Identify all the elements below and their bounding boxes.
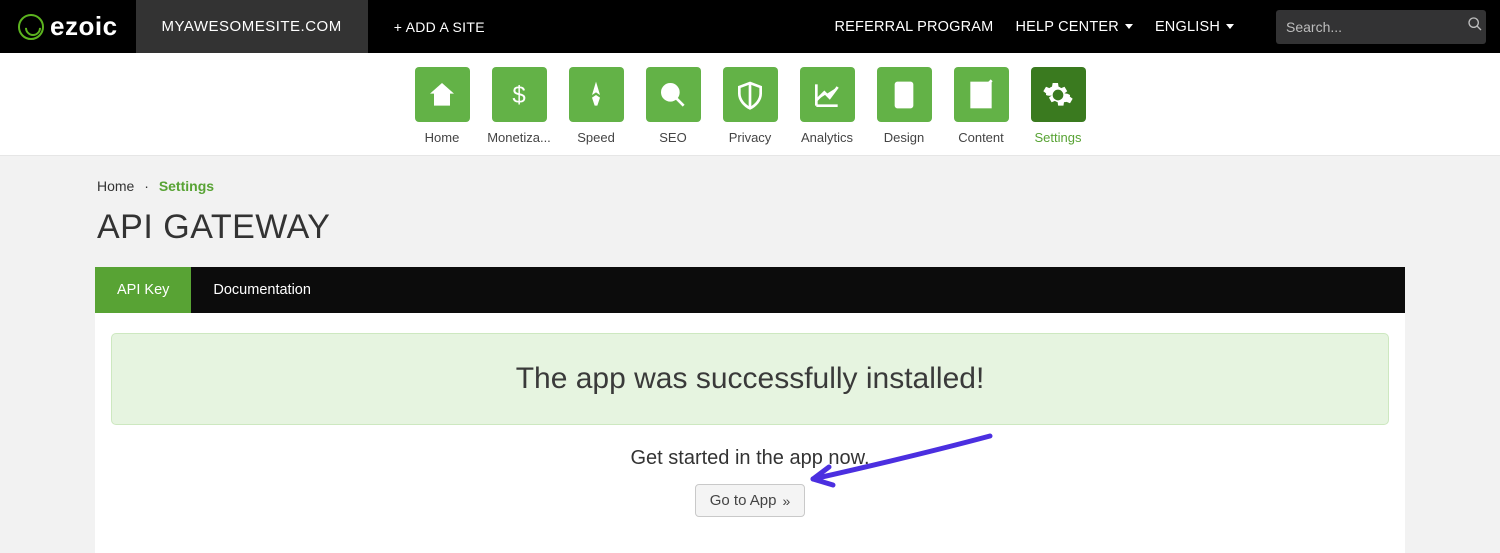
nav-monetization[interactable]: $ Monetiza... [487, 67, 552, 145]
nav-help-center[interactable]: HELP CENTER [1015, 19, 1132, 35]
search-icon[interactable] [1467, 16, 1483, 37]
nav-settings[interactable]: Settings [1026, 67, 1091, 145]
nav-home-label: Home [410, 130, 475, 145]
tab-api-key-label: API Key [117, 282, 169, 298]
document-icon [954, 67, 1009, 122]
breadcrumb-current: Settings [159, 178, 214, 194]
main-nav: Home $ Monetiza... Speed SEO Privacy Ana… [0, 53, 1500, 156]
search-box[interactable] [1276, 10, 1486, 44]
chevron-down-icon [1125, 24, 1133, 29]
shield-icon [723, 67, 778, 122]
nav-seo-label: SEO [641, 130, 706, 145]
tabs: API Key Documentation [95, 267, 1405, 313]
nav-design[interactable]: Design [872, 67, 937, 145]
breadcrumb: Home · Settings [95, 178, 1405, 194]
brand-logo-text: ezoic [50, 11, 118, 42]
tab-api-key[interactable]: API Key [95, 267, 191, 313]
helper-text: Get started in the app now. [111, 447, 1389, 470]
success-alert: The app was successfully installed! [111, 333, 1389, 425]
spacer [511, 0, 835, 53]
nav-speed-label: Speed [564, 130, 629, 145]
helper-text-label: Get started in the app now. [630, 447, 869, 469]
svg-text:$: $ [512, 82, 525, 109]
nav-privacy[interactable]: Privacy [718, 67, 783, 145]
brand-logo[interactable]: ezoic [0, 0, 136, 53]
add-site-button[interactable]: + ADD A SITE [368, 0, 511, 53]
nav-settings-label: Settings [1026, 130, 1091, 145]
page-title: API GATEWAY [97, 208, 1405, 247]
breadcrumb-home[interactable]: Home [97, 178, 134, 194]
nav-content[interactable]: Content [949, 67, 1014, 145]
site-switcher-label: MYAWESOMESITE.COM [162, 18, 342, 35]
success-alert-text: The app was successfully installed! [516, 362, 985, 395]
nav-home[interactable]: Home [410, 67, 475, 145]
site-switcher-tab[interactable]: MYAWESOMESITE.COM [136, 0, 368, 53]
tab-documentation[interactable]: Documentation [191, 267, 333, 313]
top-nav: REFERRAL PROGRAM HELP CENTER ENGLISH [835, 0, 1487, 53]
nav-monetization-label: Monetiza... [487, 130, 552, 145]
dollar-icon: $ [492, 67, 547, 122]
top-bar: ezoic MYAWESOMESITE.COM + ADD A SITE REF… [0, 0, 1500, 53]
nav-help-label: HELP CENTER [1015, 19, 1118, 35]
add-site-label: + ADD A SITE [394, 19, 485, 35]
nav-analytics[interactable]: Analytics [795, 67, 860, 145]
nav-privacy-label: Privacy [718, 130, 783, 145]
nav-analytics-label: Analytics [795, 130, 860, 145]
nav-language[interactable]: ENGLISH [1155, 19, 1234, 35]
gear-icon [1031, 67, 1086, 122]
nav-design-label: Design [872, 130, 937, 145]
device-icon [877, 67, 932, 122]
brand-logo-mark [18, 14, 44, 40]
nav-seo[interactable]: SEO [641, 67, 706, 145]
chart-icon [800, 67, 855, 122]
rocket-icon [569, 67, 624, 122]
search-input[interactable] [1286, 19, 1467, 35]
home-icon [415, 67, 470, 122]
nav-referral-label: REFERRAL PROGRAM [835, 19, 994, 35]
nav-language-label: ENGLISH [1155, 19, 1220, 35]
page-content: Home · Settings API GATEWAY API Key Docu… [95, 156, 1405, 553]
nav-content-label: Content [949, 130, 1014, 145]
chevron-right-icon: » [782, 493, 790, 509]
go-to-app-label: Go to App [710, 492, 777, 509]
nav-speed[interactable]: Speed [564, 67, 629, 145]
cta-row: Go to App » [111, 484, 1389, 517]
magnifier-icon [646, 67, 701, 122]
chevron-down-icon [1226, 24, 1234, 29]
panel: The app was successfully installed! Get … [95, 313, 1405, 553]
nav-referral-program[interactable]: REFERRAL PROGRAM [835, 19, 994, 35]
breadcrumb-separator: · [144, 178, 149, 194]
go-to-app-button[interactable]: Go to App » [695, 484, 806, 517]
tab-documentation-label: Documentation [213, 282, 311, 298]
